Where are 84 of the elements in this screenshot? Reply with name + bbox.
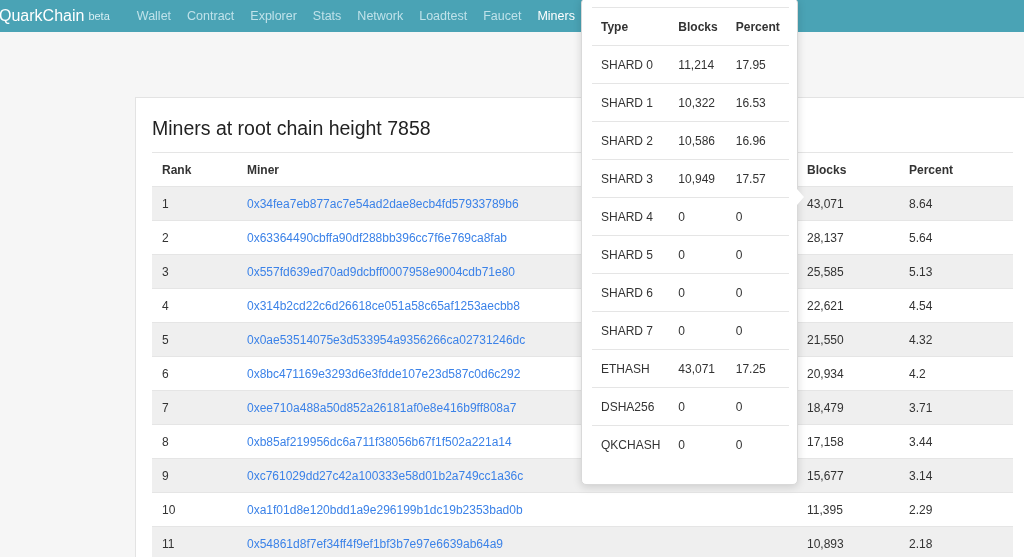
table-cell: 5.13	[899, 254, 1013, 289]
table-cell: 1	[152, 186, 237, 221]
table-cell: 5	[152, 322, 237, 357]
table-cell: 3	[152, 254, 237, 289]
table-cell: 10	[152, 492, 237, 527]
table-cell: 0	[669, 387, 727, 426]
nav-link[interactable]: Wallet	[128, 6, 180, 26]
table-cell: 0	[669, 197, 727, 236]
column-header: Percent	[899, 152, 1013, 187]
column-header: Type	[592, 7, 670, 46]
table-cell: 0	[726, 425, 789, 464]
table-cell: 3.14	[899, 458, 1013, 493]
brand-tag: beta	[88, 7, 110, 25]
table-cell: 8.64	[899, 186, 1013, 221]
table-cell: 10,949	[669, 159, 727, 198]
table-cell: 4.54	[899, 288, 1013, 323]
table-cell: 7	[152, 390, 237, 425]
table-cell: 8	[152, 424, 237, 459]
table-cell: 0	[726, 273, 789, 312]
table-cell: 17.57	[726, 159, 789, 198]
column-header: Rank	[152, 152, 237, 187]
table-cell: 10,322	[669, 83, 727, 122]
table-cell: 17.95	[726, 45, 789, 84]
page-title: Miners at root chain height 7858	[152, 116, 431, 141]
table-cell: 0	[669, 235, 727, 274]
table-cell: 16.96	[726, 121, 789, 160]
table-cell: SHARD 2	[592, 121, 670, 160]
table-cell: 0	[726, 197, 789, 236]
miner-link[interactable]: 0x8bc471169e3293d6e3fdde107e23d587c0d6c292	[247, 366, 521, 381]
table-cell: 6	[152, 356, 237, 391]
table-cell: SHARD 7	[592, 311, 670, 350]
table-cell: 4	[152, 288, 237, 323]
nav-link[interactable]: Miners	[529, 6, 583, 26]
nav-link[interactable]: Explorer	[242, 6, 305, 26]
table-cell: 5.64	[899, 220, 1013, 255]
table-cell: 4.32	[899, 322, 1013, 357]
table-cell: 11,214	[669, 45, 727, 84]
column-header: Blocks	[669, 7, 727, 46]
table-cell: SHARD 3	[592, 159, 670, 198]
table-cell: 11	[152, 526, 237, 557]
table-cell: SHARD 4	[592, 197, 670, 236]
table-cell: SHARD 5	[592, 235, 670, 274]
column-header: Percent	[726, 7, 789, 46]
table-cell: SHARD 0	[592, 45, 670, 84]
table-cell: 0	[726, 235, 789, 274]
nav-link[interactable]: Contract	[179, 6, 243, 26]
miner-link[interactable]: 0xa1f01d8e120bdd1a9e296199b1dc19b2353bad0b	[247, 502, 523, 517]
brand-logo[interactable]: QuarkChain	[0, 4, 85, 28]
miner-link[interactable]: 0x0ae53514075e3d533954a9356266ca02731246dc	[247, 332, 526, 347]
nav-link[interactable]: Stats	[304, 6, 350, 26]
table-cell: ETHASH	[592, 349, 670, 388]
miner-link[interactable]: 0x54861d8f7ef34ff4f9ef1bf3b7e97e6639ab64a9	[247, 537, 504, 551]
table-cell: DSHA256	[592, 387, 670, 426]
table-cell: 10,893	[797, 526, 899, 557]
table-cell: 10,586	[669, 121, 727, 160]
table-cell: 43,071	[669, 349, 727, 388]
miner-link[interactable]: 0x63364490cbffa90df288bb396cc7f6e769ca8fab	[247, 230, 507, 245]
table-cell: 17.25	[726, 349, 789, 388]
table-cell: 2	[152, 220, 237, 255]
miner-link[interactable]: 0xee710a488a50d852a26181af0e8e416b9ff808a7	[247, 400, 517, 415]
nav-link[interactable]: Network	[349, 6, 412, 26]
table-cell: SHARD 6	[592, 273, 670, 312]
table-cell: 2.18	[899, 526, 1013, 557]
table-cell: 2.29	[899, 492, 1013, 527]
miner-link[interactable]: 0x34fea7eb877ac7e54ad2dae8ecb4fd57933789b6	[247, 196, 519, 211]
table-cell: 3.71	[899, 390, 1013, 425]
miner-link[interactable]: 0xc761029dd27c42a100333e58d01b2a749cc1a36c	[247, 468, 524, 483]
miner-link[interactable]: 0xb85af219956dc6a711f38056b67f1f502a221a14	[247, 434, 512, 449]
table-cell: 11,395	[797, 492, 899, 527]
miner-link[interactable]: 0x557fd639ed70ad9dcbff0007958e9004cdb71e80	[247, 264, 516, 279]
table-cell: 0	[726, 387, 789, 426]
nav-link[interactable]: Faucet	[475, 6, 530, 26]
table-cell: 9	[152, 458, 237, 493]
table-cell: 4.2	[899, 356, 1013, 391]
table-cell: 16.53	[726, 83, 789, 122]
table-cell: SHARD 1	[592, 83, 670, 122]
table-cell: QKCHASH	[592, 425, 670, 464]
table-cell: 0	[669, 311, 727, 350]
table-cell: 0	[669, 425, 727, 464]
nav-link[interactable]: Loadtest	[411, 6, 476, 26]
table-cell: 3.44	[899, 424, 1013, 459]
miner-link[interactable]: 0x314b2cd22c6d26618ce051a58c65af1253aecbb8	[247, 298, 520, 313]
table-cell: 0	[669, 273, 727, 312]
table-cell: 0	[726, 311, 789, 350]
